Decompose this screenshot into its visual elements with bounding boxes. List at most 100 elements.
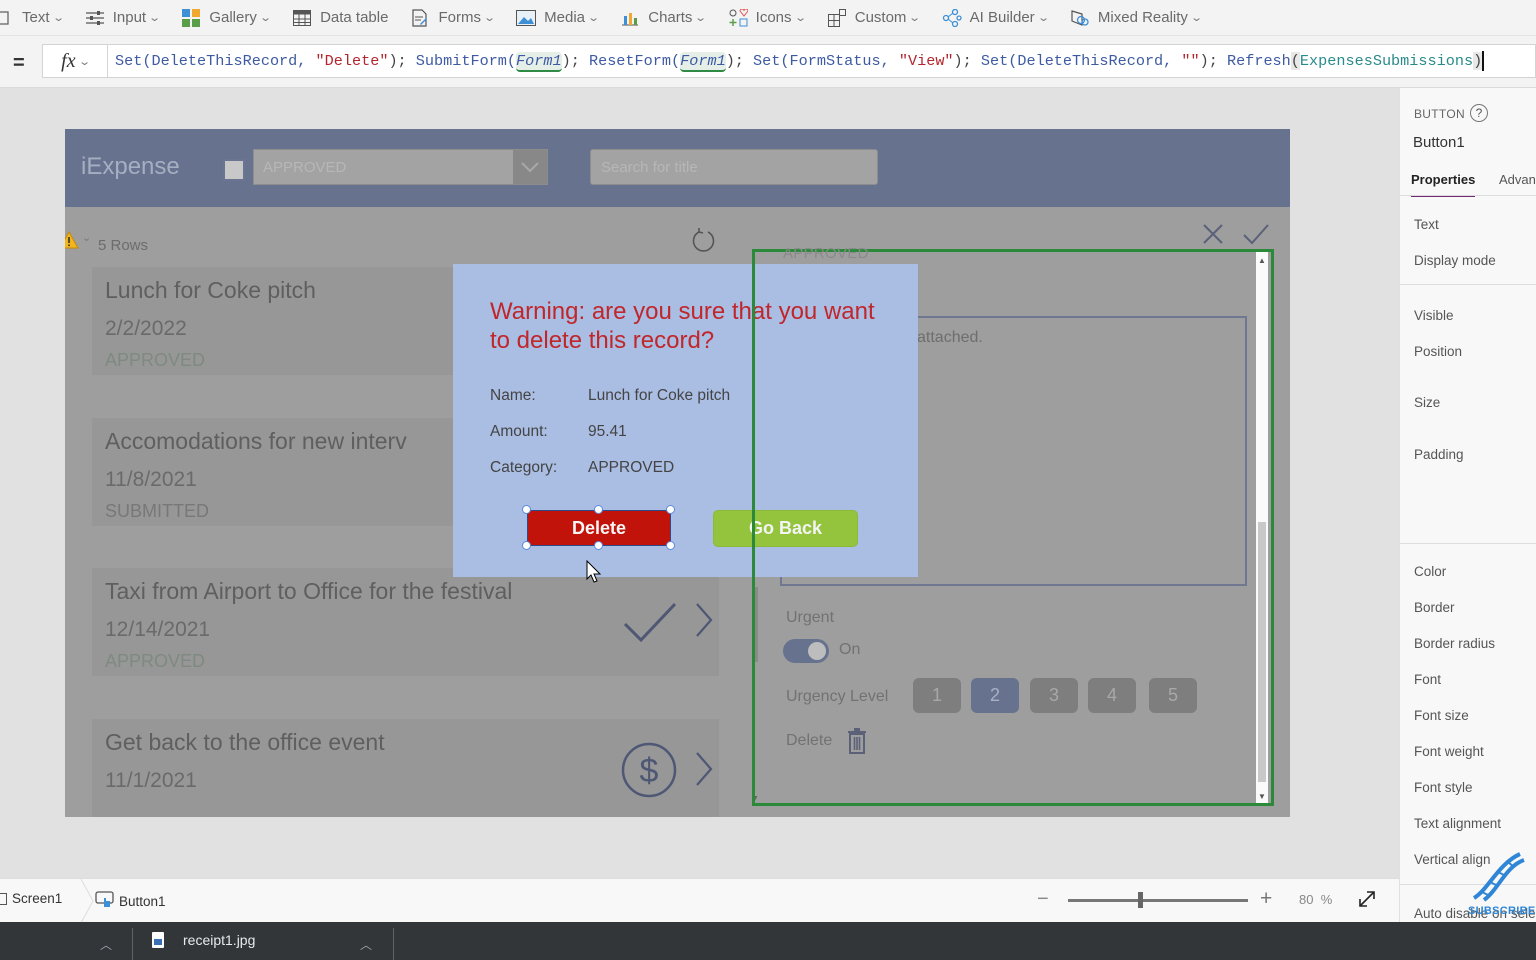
prop-position[interactable]: Position (1414, 344, 1462, 359)
cancel-icon[interactable] (1202, 223, 1224, 250)
ribbon-gallery-label: Gallery (209, 9, 257, 26)
zoom-level: 80 % (1299, 892, 1332, 907)
chevron-down-icon: ⌄ (1190, 12, 1203, 24)
ribbon-gallery[interactable]: Gallery ⌄ (181, 0, 280, 36)
forms-icon (410, 8, 430, 27)
prop-text-alignment[interactable]: Text alignment (1414, 816, 1501, 831)
resize-handle[interactable] (594, 505, 603, 514)
prop-font-size[interactable]: Font size (1414, 708, 1469, 723)
ribbon-media[interactable]: Media ⌄ (516, 0, 608, 36)
urgent-toggle[interactable] (783, 639, 829, 663)
ribbon-custom[interactable]: Custom ⌄ (827, 0, 930, 36)
item-title: Lunch for Coke pitch (105, 277, 316, 303)
ribbon-ai-builder[interactable]: AI Builder ⌄ (942, 0, 1058, 36)
name-value: Lunch for Coke pitch (588, 387, 731, 404)
chevron-right-icon[interactable] (694, 751, 714, 792)
resize-handle[interactable] (522, 505, 531, 514)
zoom-slider[interactable] (1068, 899, 1248, 902)
urgency-button-3[interactable]: 3 (1030, 678, 1078, 713)
chevron-down-icon[interactable] (513, 150, 547, 184)
breadcrumb-button[interactable]: Button1 (95, 891, 166, 912)
ribbon-forms[interactable]: Forms ⌄ (410, 0, 504, 36)
urgency-button-2[interactable]: 2 (971, 678, 1019, 713)
go-back-button[interactable]: Go Back (713, 510, 858, 547)
prop-color[interactable]: Color (1414, 564, 1446, 579)
resize-handle[interactable] (594, 541, 603, 550)
gallery-item[interactable]: Taxi from Airport to Office for the fest… (92, 568, 719, 676)
category-value: APPROVED (588, 459, 675, 476)
resize-handle[interactable] (666, 541, 675, 550)
formula-token: ResetForm( (588, 52, 681, 70)
ribbon-data-table[interactable]: Data table (292, 0, 398, 36)
resize-handle[interactable] (666, 505, 675, 514)
ribbon-charts[interactable]: Charts ⌄ (620, 0, 715, 36)
ribbon-input[interactable]: Input ⌄ (85, 0, 170, 36)
zoom-unit: % (1320, 892, 1333, 907)
submit-check-icon[interactable] (1242, 223, 1270, 250)
urgency-button-4[interactable]: 4 (1088, 678, 1136, 713)
chevron-down-icon: ⌄ (793, 12, 807, 24)
ribbon-text[interactable]: Text ⌄ (0, 0, 73, 36)
status-filter-dropdown[interactable]: APPROVED (253, 149, 548, 185)
prop-visible[interactable]: Visible (1414, 308, 1454, 323)
breadcrumb-separator (80, 879, 94, 923)
zoom-slider-thumb[interactable] (1138, 892, 1143, 908)
item-title: Taxi from Airport to Office for the fest… (105, 578, 513, 604)
property-selector[interactable]: fx ⌄ (42, 44, 108, 78)
prop-size[interactable]: Size (1414, 395, 1440, 410)
formula-token: Set(DeleteThisRecord, (115, 52, 316, 70)
ribbon-mixed-reality[interactable]: Mixed Reality ⌄ (1070, 0, 1211, 36)
trash-icon[interactable] (847, 728, 867, 759)
formula-token: Refresh (1226, 52, 1291, 70)
divider (1400, 195, 1536, 196)
urgency-button-5[interactable]: 5 (1149, 678, 1197, 713)
scroll-down-icon[interactable]: ▼ (1258, 792, 1266, 801)
item-date: 12/14/2021 (105, 618, 211, 641)
tab-properties[interactable]: Properties (1411, 172, 1476, 197)
fit-to-window-icon[interactable] (1357, 889, 1377, 914)
search-input[interactable]: Search for title (590, 149, 878, 185)
control-name[interactable]: Button1 (1413, 134, 1465, 151)
prop-padding[interactable]: Padding (1414, 447, 1464, 462)
chevron-right-icon[interactable] (694, 602, 714, 643)
form-scrollbar[interactable]: ▲ ▼ (1256, 252, 1268, 803)
urgency-button-1[interactable]: 1 (913, 678, 961, 713)
tab-advanced[interactable]: Advanced (1499, 172, 1536, 187)
formula-input[interactable]: Set(DeleteThisRecord, "Delete"); SubmitF… (108, 44, 1536, 78)
resize-handle[interactable] (522, 541, 531, 550)
ribbon-icons[interactable]: Icons ⌄ (728, 0, 815, 36)
fx-icon: fx (61, 49, 76, 72)
app-screen: iExpense APPROVED Search for title ⌄ 5 R… (65, 129, 1290, 817)
prop-border-radius[interactable]: Border radius (1414, 636, 1495, 651)
help-icon[interactable]: ? (1470, 104, 1488, 122)
scroll-up-icon[interactable]: ▲ (1258, 256, 1266, 265)
prop-font-style[interactable]: Font style (1414, 780, 1473, 795)
prop-font[interactable]: Font (1414, 672, 1441, 687)
zoom-out-button[interactable]: − (1037, 888, 1049, 911)
ribbon-media-label: Media (544, 9, 586, 26)
chevron-up-icon[interactable]: ︿ (100, 936, 112, 953)
breadcrumb-screen[interactable]: Screen1 (0, 891, 62, 906)
divider (132, 928, 133, 960)
scroll-thumb[interactable] (1258, 522, 1266, 782)
warning-icon[interactable] (65, 230, 79, 254)
app-header: iExpense APPROVED Search for title (65, 129, 1290, 207)
canvas-area: iExpense APPROVED Search for title ⌄ 5 R… (0, 88, 1399, 878)
prop-text[interactable]: Text (1414, 217, 1439, 232)
prop-font-weight[interactable]: Font weight (1414, 744, 1484, 759)
prop-border[interactable]: Border (1414, 600, 1455, 615)
dna-logo-icon (1468, 850, 1526, 907)
refresh-icon[interactable] (690, 227, 718, 260)
formula-token: ExpensesSubmissions (1299, 52, 1474, 70)
gallery-item[interactable]: Get back to the office event 11/1/2021 $ (92, 719, 719, 817)
divider (393, 928, 394, 960)
ribbon-text-label: Text (22, 9, 50, 26)
dollar-icon: $ (620, 741, 678, 804)
chevron-up-icon[interactable]: ︿ (360, 936, 372, 953)
custom-icon (827, 8, 847, 27)
zoom-in-button[interactable]: + (1260, 887, 1272, 911)
power-apps-studio: Text ⌄ Input ⌄ Gallery ⌄ Data table Forms ⌄ … (0, 0, 1536, 960)
download-file-name[interactable]: receipt1.jpg (183, 932, 255, 948)
prop-display-mode[interactable]: Display mode (1414, 253, 1496, 268)
filter-checkbox[interactable] (223, 159, 245, 181)
